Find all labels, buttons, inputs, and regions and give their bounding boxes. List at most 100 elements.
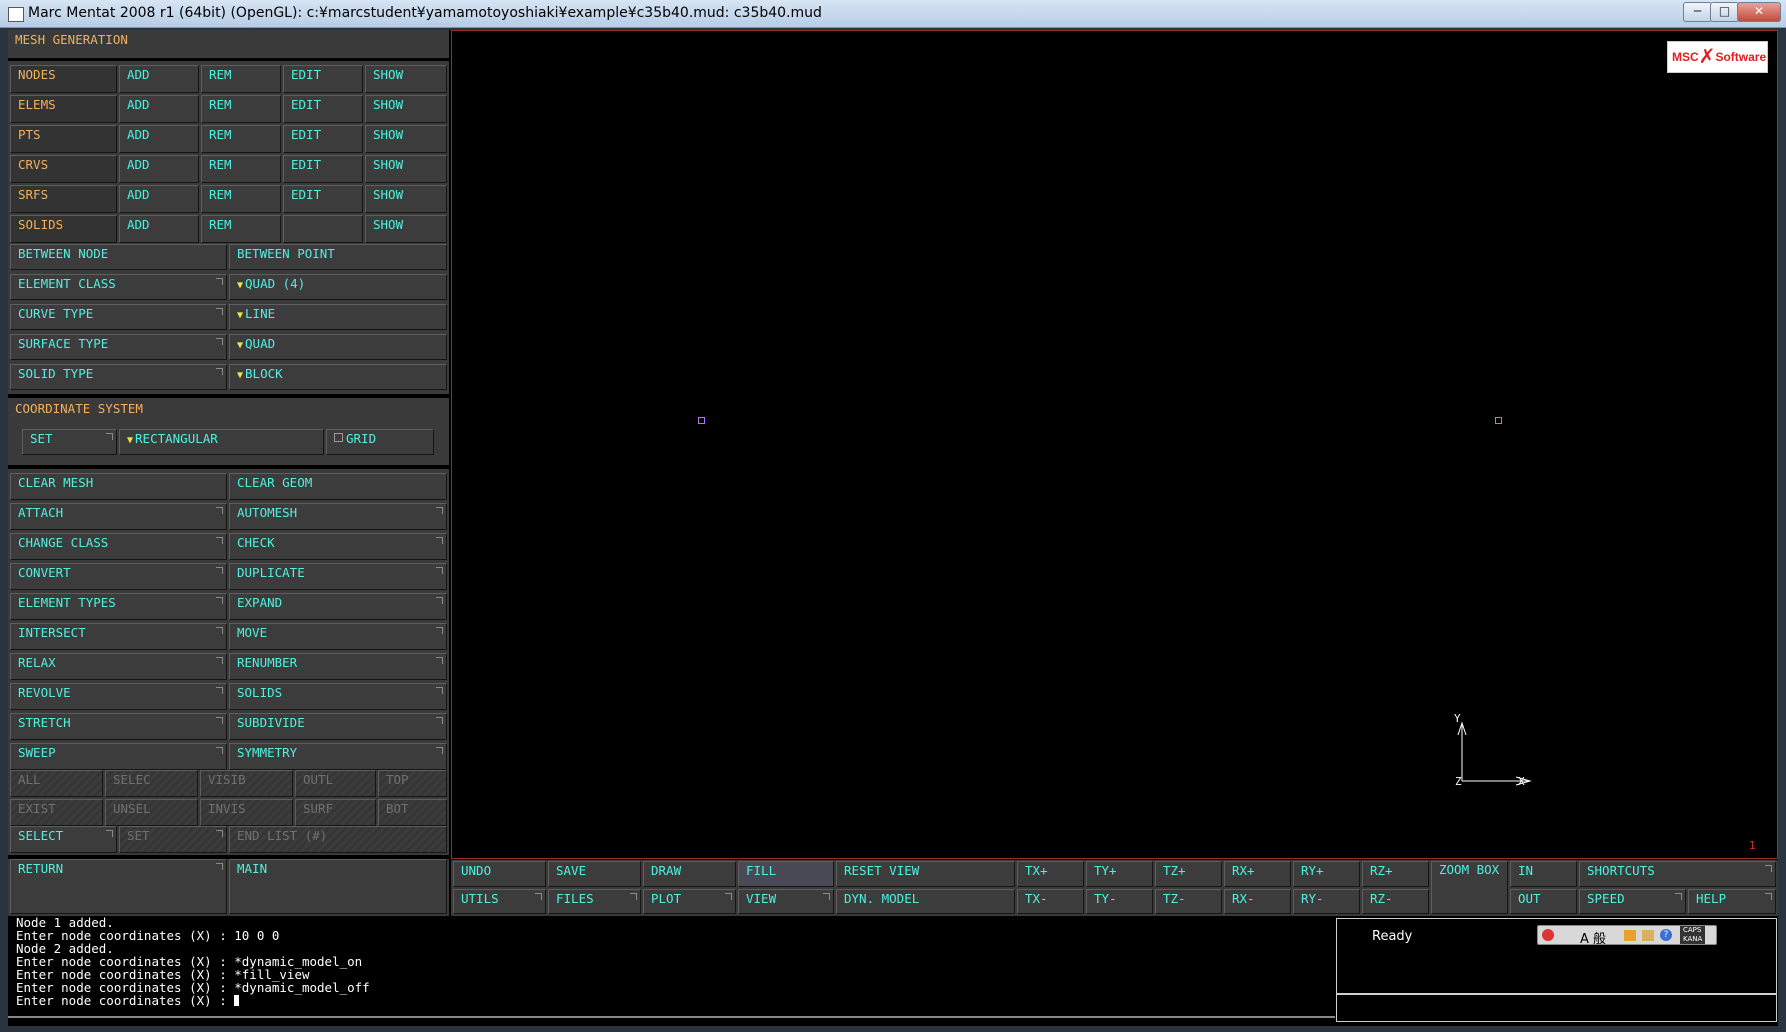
crvs-edit-button[interactable]: EDIT [283, 155, 363, 183]
op-attach-button[interactable]: ATTACH [10, 503, 227, 530]
crvs-rem-button[interactable]: REM [201, 155, 281, 183]
ime-red-icon[interactable] [1542, 929, 1554, 941]
grid-toggle[interactable]: GRID [326, 429, 434, 455]
toolbar-tx-minus-button[interactable]: TX- [1017, 889, 1084, 914]
toolbar-draw-button[interactable]: DRAW [643, 861, 736, 887]
coord-system-dropdown[interactable]: ▼ RECTANGULAR [119, 429, 324, 455]
toolbar-utils-button[interactable]: UTILS [453, 889, 546, 914]
select-unsel-button[interactable]: UNSEL [105, 799, 198, 826]
solid-type-dropdown[interactable]: ▼ BLOCK [229, 364, 447, 390]
node-marker-1[interactable] [698, 417, 705, 424]
node-marker-2[interactable] [1495, 417, 1502, 424]
shortcuts-button[interactable]: SHORTCUTS [1579, 861, 1776, 887]
select-bot-button[interactable]: BOT [378, 799, 447, 826]
select-all-button[interactable]: ALL [10, 770, 103, 797]
op-symmetry-button[interactable]: SYMMETRY [229, 743, 447, 770]
toolbar-tz-plus-button[interactable]: TZ+ [1155, 861, 1222, 887]
close-button[interactable]: ✕ [1737, 2, 1781, 22]
solids-rem-button[interactable]: REM [201, 215, 281, 243]
end-list-button[interactable]: END LIST (#) [229, 826, 447, 853]
minimize-button[interactable]: ─ [1683, 2, 1712, 22]
op-automesh-button[interactable]: AUTOMESH [229, 503, 447, 530]
command-console[interactable]: Node 1 added. Enter node coordinates (X) … [8, 916, 1335, 1016]
op-subdivide-button[interactable]: SUBDIVIDE [229, 713, 447, 740]
solids-show-button[interactable]: SHOW [365, 215, 447, 243]
srfs-show-button[interactable]: SHOW [365, 185, 447, 213]
select-outl-button[interactable]: OUTL [295, 770, 376, 797]
op-stretch-button[interactable]: STRETCH [10, 713, 227, 740]
select-invis-button[interactable]: INVIS [200, 799, 293, 826]
element-class-dropdown[interactable]: ▼ QUAD (4) [229, 274, 447, 300]
op-solids-button[interactable]: SOLIDS [229, 683, 447, 710]
pts-show-button[interactable]: SHOW [365, 125, 447, 153]
surface-type-button[interactable]: SURFACE TYPE [10, 334, 227, 360]
toolbar-tz-minus-button[interactable]: TZ- [1155, 889, 1222, 914]
select-surf-button[interactable]: SURF [295, 799, 376, 826]
op-intersect-button[interactable]: INTERSECT [10, 623, 227, 650]
zoom-box-button[interactable]: ZOOM BOX [1431, 861, 1508, 914]
op-element-types-button[interactable]: ELEMENT TYPES [10, 593, 227, 620]
op-relax-button[interactable]: RELAX [10, 653, 227, 680]
nodes-show-button[interactable]: SHOW [365, 65, 447, 93]
set-button[interactable]: SET [119, 826, 227, 853]
ime-toolbar[interactable]: A 般 ? CAPS KANA [1537, 925, 1717, 947]
solid-type-button[interactable]: SOLID TYPE [10, 364, 227, 390]
toolbar-files-button[interactable]: FILES [548, 889, 641, 914]
elems-edit-button[interactable]: EDIT [283, 95, 363, 123]
elems-add-button[interactable]: ADD [119, 95, 199, 123]
element-class-button[interactable]: ELEMENT CLASS [10, 274, 227, 300]
help-button[interactable]: HELP [1688, 889, 1776, 914]
op-duplicate-button[interactable]: DUPLICATE [229, 563, 447, 590]
zoom-out-button[interactable]: OUT [1510, 889, 1577, 914]
select-top-button[interactable]: TOP [378, 770, 447, 797]
elems-rem-button[interactable]: REM [201, 95, 281, 123]
select-selec-button[interactable]: SELEC [105, 770, 198, 797]
zoom-in-button[interactable]: IN [1510, 861, 1577, 887]
solids-edit-button[interactable] [283, 215, 363, 243]
toolbar-rx-minus-button[interactable]: RX- [1224, 889, 1291, 914]
toolbar-resetview-button[interactable]: RESET VIEW [836, 861, 1015, 887]
op-move-button[interactable]: MOVE [229, 623, 447, 650]
nodes-rem-button[interactable]: REM [201, 65, 281, 93]
op-sweep-button[interactable]: SWEEP [10, 743, 227, 770]
speed-button[interactable]: SPEED [1579, 889, 1686, 914]
graphics-viewport[interactable]: MSC✗Software Y X Z 1 [451, 30, 1778, 859]
op-change-class-button[interactable]: CHANGE CLASS [10, 533, 227, 560]
op-convert-button[interactable]: CONVERT [10, 563, 227, 590]
toolbar-tx-plus-button[interactable]: TX+ [1017, 861, 1084, 887]
ime-mode-indicator[interactable]: A 般 [1580, 928, 1606, 947]
srfs-edit-button[interactable]: EDIT [283, 185, 363, 213]
toolbar-ty-minus-button[interactable]: TY- [1086, 889, 1153, 914]
op-check-button[interactable]: CHECK [229, 533, 447, 560]
pts-rem-button[interactable]: REM [201, 125, 281, 153]
between-node-button[interactable]: BETWEEN NODE [10, 244, 227, 270]
toolbar-ry-minus-button[interactable]: RY- [1293, 889, 1360, 914]
toolbar-undo-button[interactable]: UNDO [453, 861, 546, 887]
toolbar-view-button[interactable]: VIEW [738, 889, 834, 914]
main-button[interactable]: MAIN [229, 859, 447, 914]
crvs-show-button[interactable]: SHOW [365, 155, 447, 183]
srfs-add-button[interactable]: ADD [119, 185, 199, 213]
op-revolve-button[interactable]: REVOLVE [10, 683, 227, 710]
op-renumber-button[interactable]: RENUMBER [229, 653, 447, 680]
crvs-add-button[interactable]: ADD [119, 155, 199, 183]
coord-set-button[interactable]: SET [22, 429, 117, 455]
toolbar-dynmodel-button[interactable]: DYN. MODEL [836, 889, 1015, 914]
nodes-edit-button[interactable]: EDIT [283, 65, 363, 93]
maximize-button[interactable]: □ [1710, 2, 1739, 22]
between-point-button[interactable]: BETWEEN POINT [229, 244, 447, 270]
toolbar-plot-button[interactable]: PLOT [643, 889, 736, 914]
nodes-add-button[interactable]: ADD [119, 65, 199, 93]
elems-show-button[interactable]: SHOW [365, 95, 447, 123]
select-visib-button[interactable]: VISIB [200, 770, 293, 797]
ime-dictionary-icon[interactable] [1624, 930, 1636, 941]
toolbar-ty-plus-button[interactable]: TY+ [1086, 861, 1153, 887]
select-button[interactable]: SELECT [10, 826, 117, 853]
pts-add-button[interactable]: ADD [119, 125, 199, 153]
toolbar-rz-minus-button[interactable]: RZ- [1362, 889, 1429, 914]
ime-pad-icon[interactable] [1642, 930, 1654, 941]
srfs-rem-button[interactable]: REM [201, 185, 281, 213]
ime-help-icon[interactable]: ? [1660, 929, 1672, 941]
toolbar-rx-plus-button[interactable]: RX+ [1224, 861, 1291, 887]
return-button[interactable]: RETURN [10, 859, 227, 914]
